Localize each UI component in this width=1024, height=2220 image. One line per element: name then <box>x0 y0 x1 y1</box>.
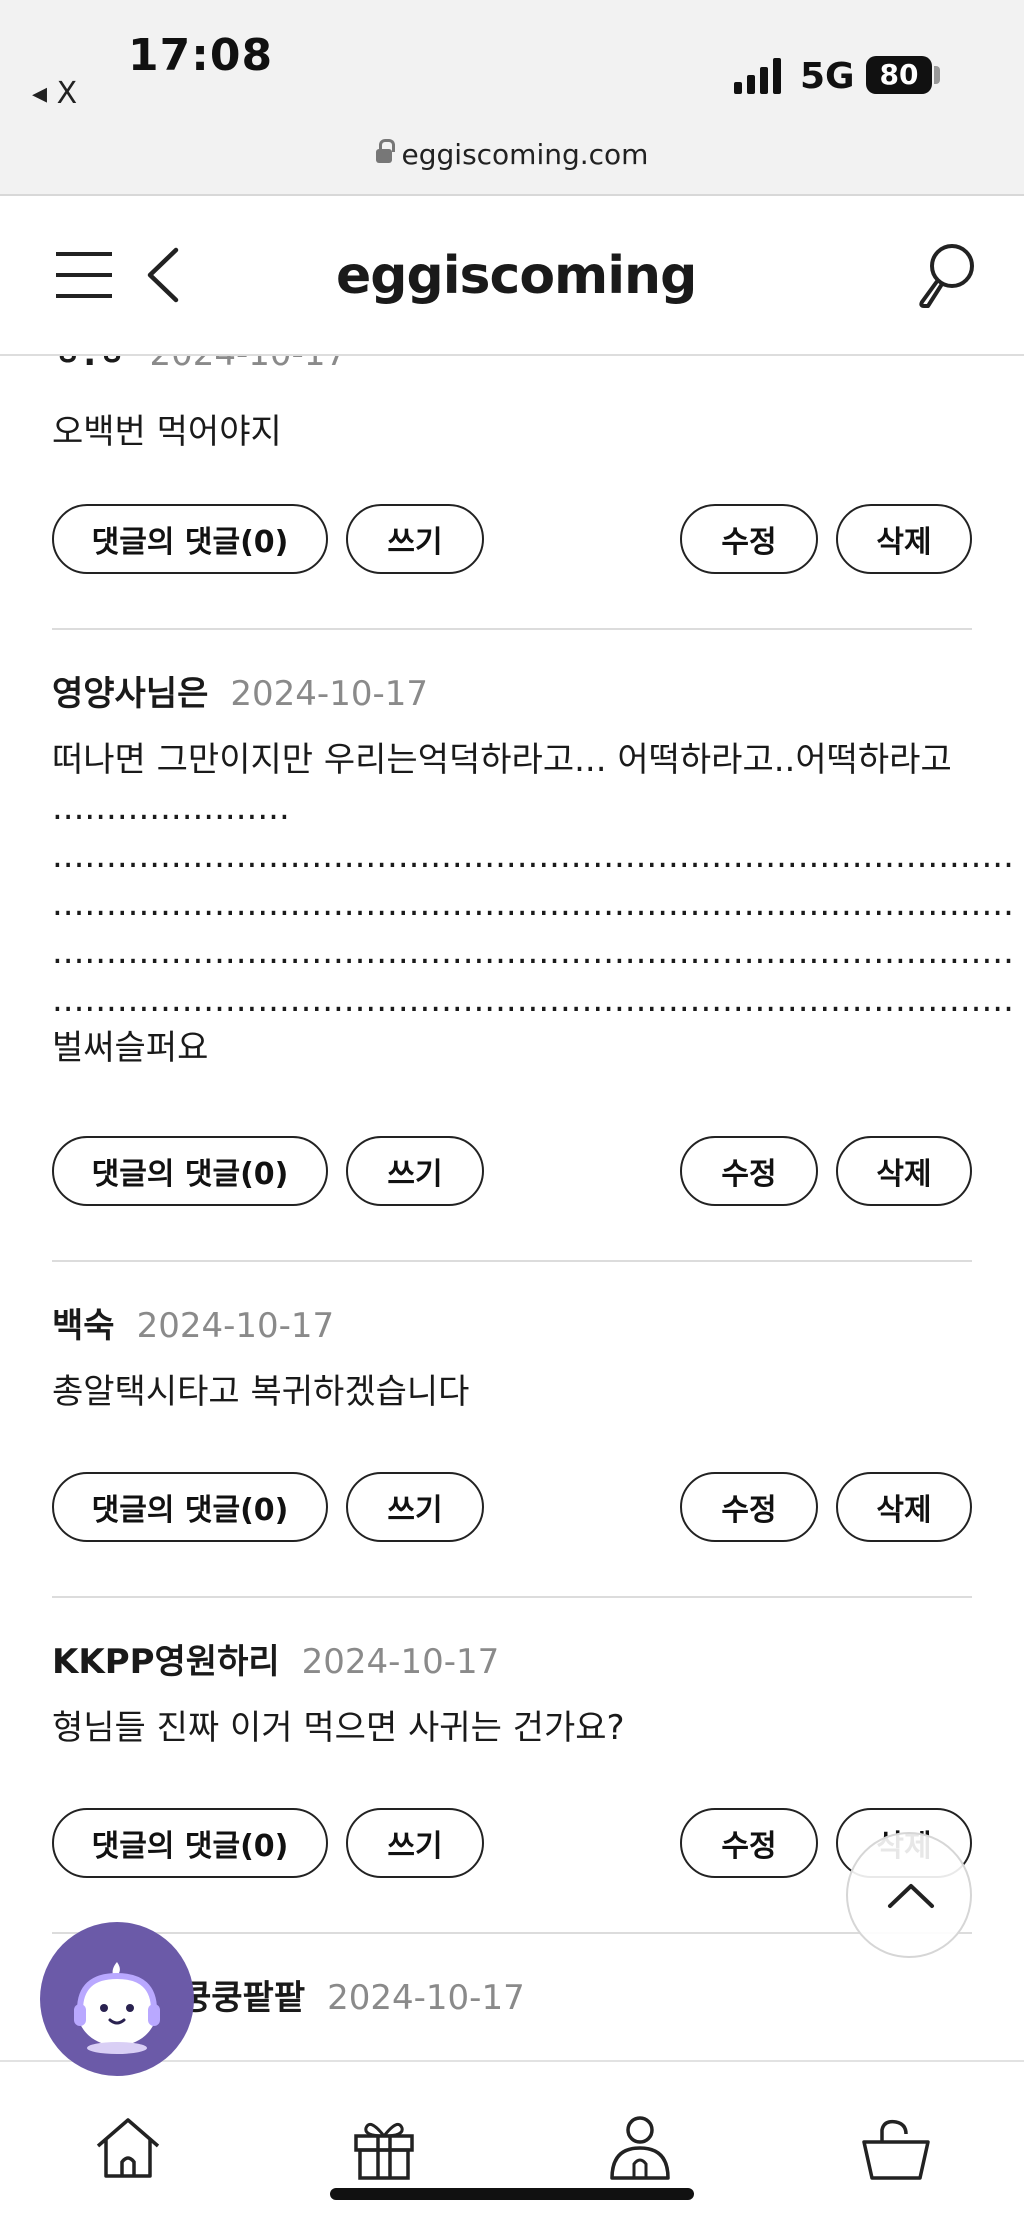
comment-item: KKPP영원하리 2024-10-17 형님들 진짜 이거 먹으면 사귀는 건가요… <box>52 1638 972 1752</box>
search-icon[interactable] <box>912 240 978 312</box>
edit-button[interactable]: 수정 <box>680 504 818 574</box>
reply-count-button[interactable]: 댓글의 댓글(0) <box>52 504 328 574</box>
person-icon[interactable] <box>604 2112 676 2184</box>
comment-actions: 댓글의 댓글(0) 쓰기 수정 삭제 <box>52 1136 972 1206</box>
comment-body: 오백번 먹어야지 <box>52 412 282 452</box>
home-icon[interactable] <box>92 2112 164 2184</box>
comment-date: 2024-10-17 <box>230 674 428 714</box>
divider <box>52 1932 972 1934</box>
delete-button[interactable]: 삭제 <box>836 1136 972 1206</box>
comment-author: ㅎ.ㅎ <box>52 356 127 374</box>
home-indicator <box>330 2188 694 2200</box>
battery-level: 80 <box>866 56 932 94</box>
comment-item: 오백번 먹어야지 <box>52 408 972 456</box>
shopping-basket-icon[interactable] <box>860 2112 932 2184</box>
comment-item: 백숙 2024-10-17 총알택시타고 복귀하겠습니다 <box>52 1302 972 1416</box>
gift-icon[interactable] <box>348 2112 420 2184</box>
chatbot-mascot-icon <box>74 1962 160 2054</box>
site-logo[interactable]: eggiscoming <box>336 240 697 312</box>
chatbot-button[interactable] <box>40 1922 194 2076</box>
comment-date: 2024-10-17 <box>301 1642 500 1682</box>
divider <box>52 1596 972 1598</box>
hamburger-menu-icon[interactable] <box>56 248 116 302</box>
comment-author: 쿵쿵팥팥 <box>180 1978 306 2018</box>
comment-item: 영양사님은 2024-10-17 떠나면 그만이지만 우리는억덕하라고... 어떡… <box>52 670 1014 1072</box>
comment-actions: 댓글의 댓글(0) 쓰기 수정 삭제 <box>52 1808 972 1878</box>
delete-button[interactable]: 삭제 <box>836 504 972 574</box>
cellular-signal-icon <box>734 58 781 94</box>
battery-tip <box>934 66 940 84</box>
comment-body: 떠나면 그만이지만 우리는억덕하라고... 어떡하라고..어떡하라고 .....… <box>52 740 1014 1068</box>
comment-body: 총알택시타고 복귀하겠습니다 <box>52 1372 470 1412</box>
comment-date: 2024-10-17 <box>327 1978 525 2018</box>
write-reply-button[interactable]: 쓰기 <box>346 1136 484 1206</box>
comment-author: 백숙 <box>52 1306 115 1346</box>
chevron-left-icon[interactable] <box>140 242 186 308</box>
status-time: 17:08 <box>128 30 274 81</box>
write-reply-button[interactable]: 쓰기 <box>346 504 484 574</box>
status-bar: ◂ X 17:08 5G 80 eggiscoming.com <box>0 0 1024 196</box>
back-to-app[interactable]: ◂ X <box>32 76 77 111</box>
edit-button[interactable]: 수정 <box>680 1808 818 1878</box>
write-reply-button[interactable]: 쓰기 <box>346 1808 484 1878</box>
delete-button[interactable]: 삭제 <box>836 1472 972 1542</box>
url-bar[interactable]: eggiscoming.com <box>0 138 1024 171</box>
divider <box>52 1260 972 1262</box>
chevron-up-icon <box>888 1884 934 1908</box>
lock-icon <box>375 139 395 166</box>
comment-actions: 댓글의 댓글(0) 쓰기 수정 삭제 <box>52 1472 972 1542</box>
network-type: 5G <box>800 56 855 97</box>
write-reply-button[interactable]: 쓰기 <box>346 1472 484 1542</box>
comment-body: 형님들 진짜 이거 먹으면 사귀는 건가요? <box>52 1708 625 1748</box>
comment-author: 영양사님은 <box>52 674 209 714</box>
reply-count-button[interactable]: 댓글의 댓글(0) <box>52 1136 328 1206</box>
divider <box>52 628 972 630</box>
scroll-to-top-button[interactable] <box>846 1832 972 1958</box>
comment-date: 2024-10-17 <box>149 356 347 374</box>
reply-count-button[interactable]: 댓글의 댓글(0) <box>52 1808 328 1878</box>
edit-button[interactable]: 수정 <box>680 1472 818 1542</box>
comment-date: 2024-10-17 <box>136 1306 335 1346</box>
comment-actions: 댓글의 댓글(0) 쓰기 수정 삭제 <box>52 504 972 574</box>
reply-count-button[interactable]: 댓글의 댓글(0) <box>52 1472 328 1542</box>
comment-list: ㅎ.ㅎ 2024-10-17 오백번 먹어야지 댓글의 댓글(0) 쓰기 수정 삭… <box>0 356 1024 2060</box>
app-header: eggiscoming <box>0 198 1024 356</box>
comment-item-partial: ㅎ.ㅎ 2024-10-17 <box>52 356 972 378</box>
url-text: eggiscoming.com <box>401 138 649 171</box>
comment-author: KKPP영원하리 <box>52 1642 280 1682</box>
comment-item: 쿵쿵팥팥 2024-10-17 <box>180 1974 1024 2022</box>
edit-button[interactable]: 수정 <box>680 1136 818 1206</box>
